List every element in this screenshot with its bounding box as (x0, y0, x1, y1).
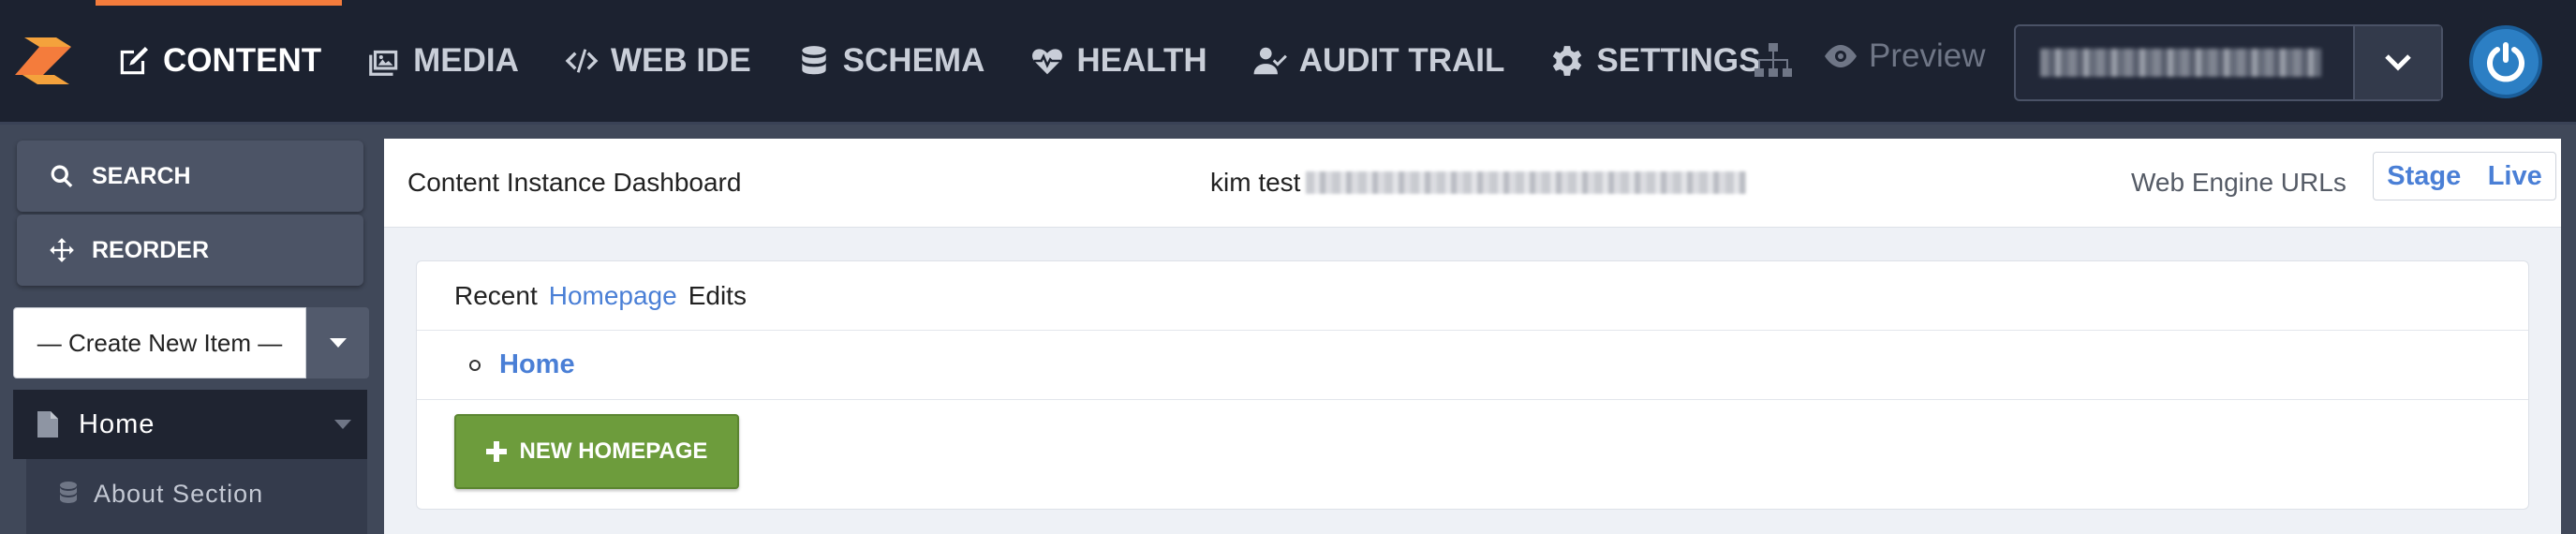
database-icon (60, 482, 77, 503)
instance-name: kim test (1210, 168, 1301, 197)
frame-top (384, 125, 2576, 139)
eye-icon (1825, 45, 1857, 67)
plus-icon (485, 441, 507, 462)
stage-link[interactable]: Stage (2387, 161, 2461, 192)
nav-health-label: HEALTH (1076, 42, 1207, 79)
list-bullet (469, 359, 481, 371)
instance-selector-toggle[interactable] (2353, 26, 2441, 99)
nav-web-ide[interactable]: WEB IDE (541, 0, 774, 122)
nav-content[interactable]: CONTENT (94, 0, 344, 122)
new-homepage-button[interactable]: NEW HOMEPAGE (454, 414, 739, 489)
code-icon (565, 49, 599, 73)
recent-item-link[interactable]: Home (499, 349, 575, 380)
caret-down-icon[interactable] (333, 419, 352, 430)
create-new-item-value: — Create New Item — (13, 307, 306, 378)
top-navigation-bar: CONTENT MEDIA WEB IDE SCHEMA HEALTH AUDI… (0, 0, 2576, 122)
power-icon (2487, 42, 2524, 82)
nav-health[interactable]: HEALTH (1007, 0, 1229, 122)
environment-links: Stage Live (2373, 152, 2556, 200)
preview-link[interactable]: Preview (1822, 37, 1985, 75)
tree-item-about-section-label: About Section (94, 480, 264, 508)
zesty-logo[interactable] (15, 32, 79, 90)
gear-icon (1553, 46, 1582, 76)
nav-audit-trail[interactable]: AUDIT TRAIL (1230, 0, 1528, 122)
nav-schema-label: SCHEMA (842, 42, 985, 79)
edit-icon (120, 46, 149, 75)
preview-label: Preview (1869, 37, 1986, 74)
dashboard-header: Content Instance Dashboard kim test Web … (384, 139, 2561, 228)
recent-edits-heading: Recent Homepage Edits (417, 261, 2528, 331)
tree-item-home[interactable]: Home (13, 390, 367, 459)
nav-web-ide-label: WEB IDE (610, 42, 751, 79)
create-new-item-select[interactable]: — Create New Item — (13, 307, 369, 378)
new-homepage-button-label: NEW HOMEPAGE (519, 438, 708, 464)
sitemap-icon[interactable] (1754, 43, 1793, 79)
main-nav: CONTENT MEDIA WEB IDE SCHEMA HEALTH AUDI… (94, 0, 1783, 122)
user-check-icon (1253, 47, 1287, 75)
live-link[interactable]: Live (2488, 161, 2542, 192)
nav-content-label: CONTENT (163, 42, 322, 79)
heading-model-name: Homepage (548, 280, 677, 310)
move-arrows-icon (50, 238, 74, 262)
reorder-button-label: REORDER (92, 236, 210, 263)
file-icon (37, 411, 58, 438)
nav-schema[interactable]: SCHEMA (774, 0, 1008, 122)
web-engine-urls-label: Web Engine URLs (2131, 168, 2347, 197)
create-new-item-toggle[interactable] (306, 307, 369, 378)
heading-prefix: Recent (454, 280, 538, 310)
instance-info: kim test (1210, 168, 1747, 198)
search-button[interactable]: SEARCH (17, 141, 363, 212)
chevron-down-icon (2385, 54, 2411, 71)
nav-media-label: MEDIA (413, 42, 519, 79)
search-icon (51, 165, 73, 188)
instance-selector[interactable] (2014, 24, 2443, 101)
instance-selector-value (2016, 26, 2353, 99)
recent-edits-card: Recent Homepage Edits Home NEW HOMEPAGE (416, 260, 2529, 510)
recent-edits-list: Home (417, 331, 2528, 400)
page-title: Content Instance Dashboard (407, 168, 742, 197)
nav-audit-trail-label: AUDIT TRAIL (1298, 42, 1505, 79)
heading-suffix: Edits (688, 280, 747, 310)
redacted-instance-name (2040, 49, 2321, 77)
sidebar: SEARCH REORDER — Create New Item — Home … (0, 125, 384, 534)
nav-settings[interactable]: SETTINGS (1527, 0, 1783, 122)
main-content: Content Instance Dashboard kim test Web … (384, 125, 2576, 534)
caret-down-icon (329, 338, 347, 348)
nav-media[interactable]: MEDIA (344, 0, 541, 122)
reorder-button[interactable]: REORDER (17, 215, 363, 286)
user-account-button[interactable] (2469, 25, 2542, 98)
redacted-instance-details (1306, 171, 1747, 194)
tree-item-home-label: Home (79, 408, 155, 439)
images-icon (369, 50, 398, 76)
heartbeat-icon (1032, 49, 1063, 75)
frame-right (2561, 125, 2576, 534)
search-button-label: SEARCH (92, 162, 191, 189)
nav-settings-label: SETTINGS (1596, 42, 1761, 79)
database-icon (802, 46, 826, 75)
tree-item-about-section[interactable]: About Section (26, 459, 367, 534)
